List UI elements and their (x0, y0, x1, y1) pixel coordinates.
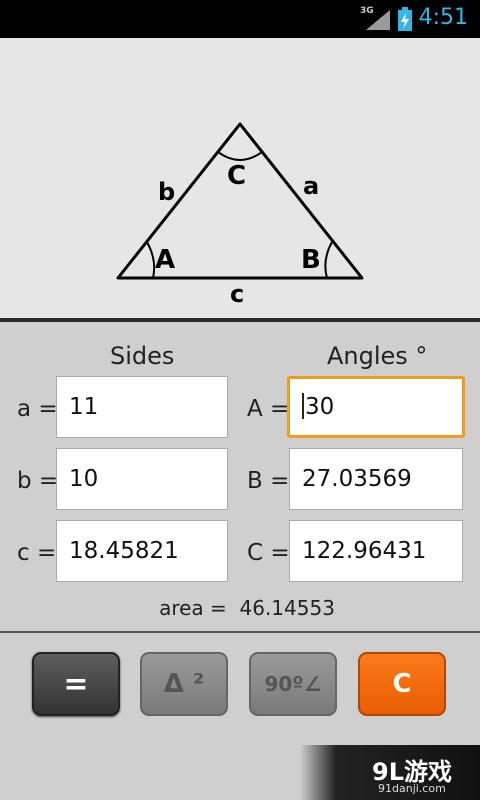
side-b-field-label: b = (17, 468, 59, 494)
angles-header: Angles ° (327, 342, 428, 370)
side-c-label: c (230, 280, 244, 308)
side-b-label: b (158, 178, 175, 206)
angle-b-input[interactable]: 27.03569 (289, 448, 463, 510)
angle-c-label: C (227, 161, 246, 191)
sides-header: Sides (110, 342, 175, 370)
angle-a-label: A (155, 245, 175, 275)
angle-b-label: B (301, 245, 321, 275)
side-c-field-label: c = (17, 540, 57, 566)
watermark-site: 91danji.com (378, 782, 446, 795)
area-readout: area = 46.14553 (0, 596, 480, 620)
angle-a-input[interactable]: 30 (287, 376, 465, 438)
angle-b-field-label: B = (247, 468, 290, 494)
right-angle-button[interactable]: 90º∠ (249, 652, 337, 716)
text-cursor (302, 392, 304, 419)
clock: 4:51 (418, 5, 468, 30)
clear-button[interactable]: C (358, 652, 446, 716)
side-a-label: a (303, 172, 319, 200)
side-b-input[interactable]: 10 (56, 448, 228, 510)
battery-charging-icon (398, 7, 412, 31)
delta-squared-button[interactable]: Δ ² (140, 652, 228, 716)
triangle-diagram: b a c C A B (0, 38, 480, 318)
angle-a-value: 30 (305, 394, 335, 420)
area-label: area = (159, 596, 227, 620)
angle-c-field-label: C = (247, 540, 290, 566)
area-value: 46.14553 (239, 596, 335, 620)
side-a-field-label: a = (17, 396, 58, 422)
angle-a-field-label: A = (247, 396, 290, 422)
status-bar: 3G 4:51 (0, 0, 480, 38)
angle-c-input[interactable]: 122.96431 (289, 520, 463, 582)
calculate-button[interactable]: = (32, 652, 120, 716)
triangle-svg: b a c C A B (116, 122, 364, 308)
side-a-input[interactable]: 11 (56, 376, 228, 438)
side-c-input[interactable]: 18.45821 (56, 520, 228, 582)
signal-icon (366, 10, 390, 30)
